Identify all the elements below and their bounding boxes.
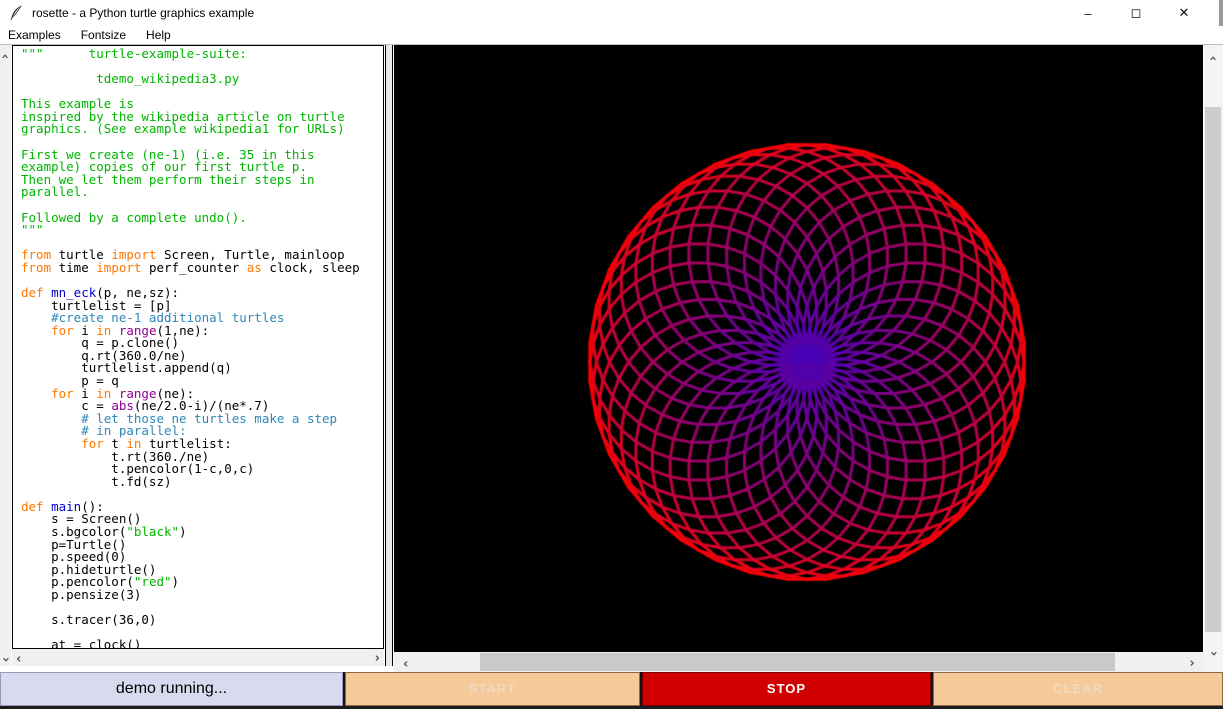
scroll-up-icon[interactable]: ›	[1204, 49, 1223, 67]
window-border	[1219, 0, 1223, 26]
status-message: demo running...	[0, 672, 343, 706]
window-controls: – ◻ ✕	[1077, 0, 1195, 26]
code-line: """	[21, 224, 360, 237]
feather-icon	[8, 5, 24, 21]
scroll-down-icon[interactable]: ›	[0, 650, 11, 664]
code-line: at = clock()	[21, 639, 360, 649]
code-line: tdemo_wikipedia3.py	[21, 73, 360, 86]
menu-help[interactable]: Help	[136, 26, 181, 45]
code-line: s.tracer(36,0)	[21, 614, 360, 627]
scroll-down-icon[interactable]: ›	[1204, 644, 1223, 662]
code-line: p.pensize(3)	[21, 589, 360, 602]
stop-button[interactable]: STOP	[642, 672, 931, 706]
menu-fontsize[interactable]: Fontsize	[71, 26, 136, 45]
scroll-left-icon[interactable]: ›	[398, 654, 414, 672]
start-button[interactable]: START	[345, 672, 640, 706]
code-line: t.fd(sz)	[21, 476, 360, 489]
scroll-left-icon[interactable]: ›	[16, 649, 21, 667]
minimize-button[interactable]: –	[1077, 2, 1099, 24]
code-line: """ turtle-example-suite:	[21, 48, 360, 61]
rosette-drawing	[394, 45, 1203, 652]
editor-horizontal-scrollbar[interactable]: › ›	[12, 649, 384, 666]
code-line: Followed by a complete undo().	[21, 212, 360, 225]
maximize-button[interactable]: ◻	[1125, 2, 1147, 24]
scroll-up-icon[interactable]: ›	[0, 47, 11, 61]
code-line: from time import perf_counter as clock, …	[21, 262, 360, 275]
canvas-horizontal-scrollbar[interactable]: › ›	[394, 652, 1204, 672]
menu-examples[interactable]: Examples	[0, 26, 71, 45]
menu-bar: Examples Fontsize Help	[0, 26, 1223, 45]
code-line: graphics. (See example wikipedia1 for UR…	[21, 123, 360, 136]
turtle-graphics-canvas[interactable]	[394, 45, 1203, 652]
scrollbar-thumb[interactable]	[480, 653, 1115, 671]
code-line: parallel.	[21, 186, 360, 199]
clear-button[interactable]: CLEAR	[933, 672, 1223, 706]
code-text: """ turtle-example-suite: tdemo_wikipedi…	[21, 48, 360, 649]
canvas-vertical-scrollbar[interactable]: › ›	[1204, 45, 1223, 672]
code-editor[interactable]: """ turtle-example-suite: tdemo_wikipedi…	[12, 45, 384, 649]
scroll-right-icon[interactable]: ›	[375, 649, 380, 667]
pane-divider[interactable]	[385, 45, 393, 666]
editor-vertical-scrollbar[interactable]: › ›	[0, 45, 11, 666]
close-button[interactable]: ✕	[1173, 2, 1195, 24]
scroll-right-icon[interactable]: ›	[1184, 654, 1200, 672]
window-title: rosette - a Python turtle graphics examp…	[32, 6, 254, 20]
bottom-bar: demo running... START STOP CLEAR	[0, 672, 1223, 706]
scrollbar-thumb[interactable]	[1205, 107, 1221, 632]
title-bar: rosette - a Python turtle graphics examp…	[0, 0, 1223, 26]
